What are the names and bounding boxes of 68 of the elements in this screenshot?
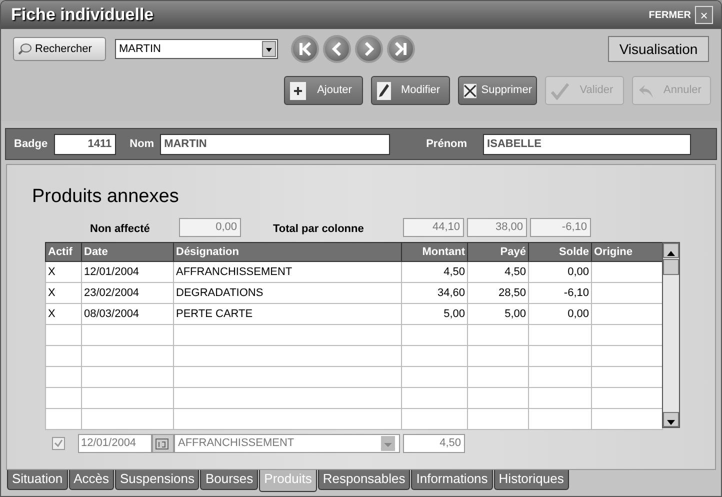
column-header[interactable]: Solde: [528, 242, 592, 262]
calendar-button[interactable]: [152, 434, 174, 453]
column-header[interactable]: Désignation: [174, 242, 402, 262]
badge-field[interactable]: 1411: [54, 134, 116, 154]
table-cell: 34,60: [402, 282, 468, 304]
table-cell: X: [46, 262, 82, 282]
table-cell: 12/01/2004: [82, 262, 174, 282]
add-icon: [289, 80, 307, 100]
table-cell: 08/03/2004: [82, 304, 174, 324]
tab[interactable]: Accès: [68, 470, 114, 490]
column-header[interactable]: Date: [82, 242, 174, 262]
tab[interactable]: Informations: [411, 470, 493, 490]
scrollbar[interactable]: [662, 242, 680, 428]
tab[interactable]: Suspensions: [115, 470, 200, 490]
close-label: FERMER: [648, 8, 691, 22]
tab[interactable]: Historiques: [494, 470, 569, 490]
table-cell: 5,00: [468, 304, 528, 324]
prenom-field[interactable]: ISABELLE: [483, 134, 692, 154]
action-button[interactable]: Modifier: [371, 76, 450, 105]
table-cell: 0,00: [528, 304, 592, 324]
total-field: 44,10: [403, 218, 464, 237]
table-cell: 28,50: [468, 282, 528, 304]
non-affecte-field: 0,00: [179, 218, 241, 237]
search-button[interactable]: Rechercher: [13, 37, 106, 61]
table-cell: 0,00: [528, 262, 592, 282]
non-affecte-label: Non affecté: [90, 222, 150, 237]
close-button[interactable]: ×: [695, 6, 713, 24]
badge-label: Badge: [14, 136, 48, 152]
scroll-up-button[interactable]: [663, 243, 679, 258]
scroll-down-button[interactable]: [663, 412, 679, 427]
tab[interactable]: Situation: [7, 470, 68, 490]
table-cell: 5,00: [402, 304, 468, 324]
column-header[interactable]: Montant: [402, 242, 468, 262]
tab[interactable]: Bourses: [200, 470, 258, 490]
check-icon: [550, 82, 570, 100]
total-label: Total par colonne: [273, 222, 364, 237]
total-field: 38,00: [467, 218, 527, 237]
column-header[interactable]: Payé: [468, 242, 528, 262]
table-cell: -6,10: [528, 282, 592, 304]
active-checkbox[interactable]: [52, 437, 65, 450]
name-combo[interactable]: MARTIN: [115, 39, 278, 59]
section-title: Produits annexes: [32, 185, 179, 209]
mode-indicator: Visualisation: [608, 36, 709, 62]
nom-label: Nom: [130, 136, 154, 152]
table-cell: 23/02/2004: [82, 282, 174, 304]
calendar-icon[interactable]: [155, 437, 169, 451]
action-button[interactable]: Ajouter: [284, 76, 363, 105]
table-cell: AFFRANCHISSEMENT: [174, 262, 402, 282]
column-header[interactable]: Actif: [46, 242, 82, 262]
montant-field[interactable]: 4,50: [403, 434, 465, 453]
column-header[interactable]: Origine: [592, 242, 662, 262]
table-cell: DEGRADATIONS: [174, 282, 402, 304]
tab[interactable]: Responsables: [318, 470, 410, 490]
window-title: Fiche individuelle: [11, 4, 154, 26]
table-cell: 4,50: [468, 262, 528, 282]
action-button[interactable]: Supprimer: [458, 76, 537, 105]
pencil-icon: [376, 80, 392, 100]
table-cell: X: [46, 282, 82, 304]
date-field[interactable]: 12/01/2004: [78, 434, 152, 453]
prenom-label: Prénom: [426, 136, 468, 152]
table-cell: 4,50: [402, 262, 468, 282]
designation-combo[interactable]: AFFRANCHISSEMENT: [174, 434, 400, 453]
nom-field[interactable]: MARTIN: [160, 134, 390, 154]
search-icon: [18, 43, 32, 55]
table-cell: X: [46, 304, 82, 324]
total-field: -6,10: [530, 218, 591, 237]
scroll-thumb[interactable]: [663, 259, 679, 275]
table-cell: PERTE CARTE: [174, 304, 402, 324]
